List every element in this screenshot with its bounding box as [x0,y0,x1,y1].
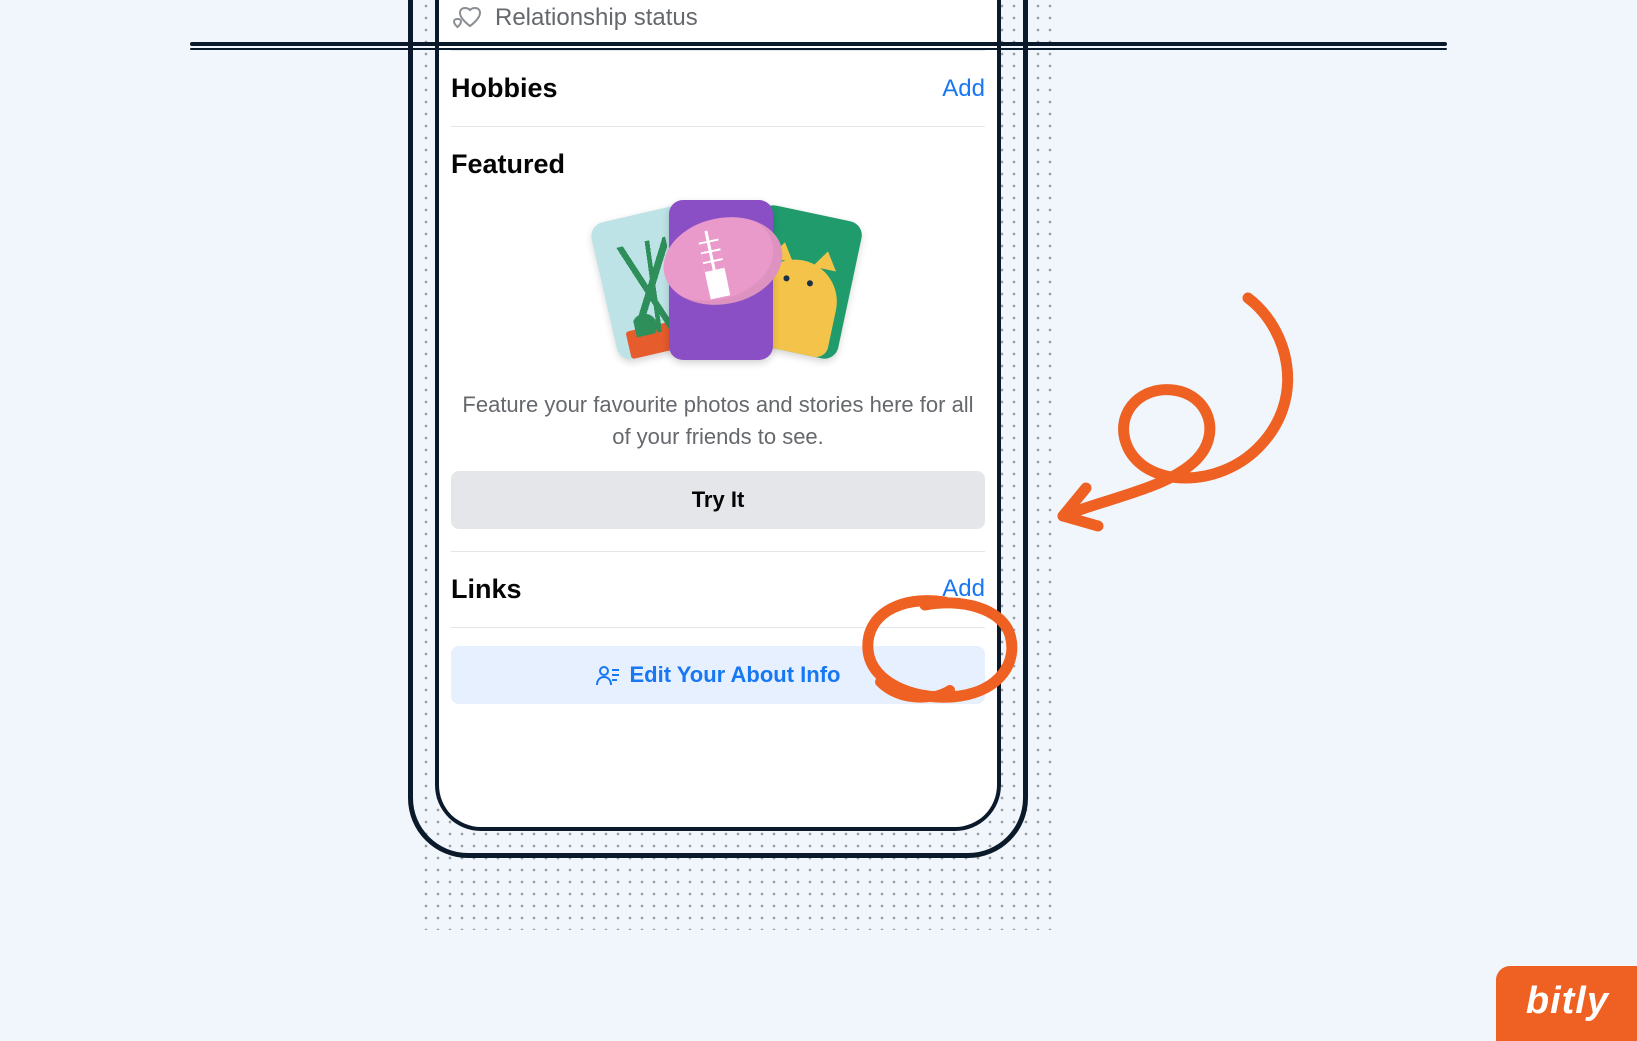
divider [451,126,985,127]
divider [451,551,985,552]
screen: Home town Relationship status Hobbies Ad… [447,0,989,819]
bitly-badge: bitly [1496,966,1637,1041]
try-it-button[interactable]: Try It [451,471,985,529]
phone-frame-inner: Home town Relationship status Hobbies Ad… [435,0,1001,831]
featured-description: Feature your favourite photos and storie… [451,381,985,471]
section-title: Links [451,574,522,605]
edit-about-button[interactable]: Edit Your About Info [451,646,985,704]
section-title: Hobbies [451,73,558,104]
featured-illustration [451,200,985,375]
sketch-top-line [190,42,1447,52]
profile-field-label: Relationship status [495,4,698,32]
edit-about-label: Edit Your About Info [630,662,841,688]
add-hobbies-link[interactable]: Add [942,75,985,103]
add-links-link[interactable]: Add [942,575,985,603]
person-card-icon [596,664,620,686]
profile-field-relationship[interactable]: Relationship status [451,0,985,42]
section-hobbies: Hobbies Add [451,59,985,118]
annotation-arrow [1038,288,1338,548]
heart-icon [451,4,495,32]
section-links: Links Add [451,560,985,619]
section-title: Featured [451,149,565,180]
section-featured: Featured [451,135,985,194]
phone-frame-outer: Home town Relationship status Hobbies Ad… [408,0,1028,858]
featured-card-football [669,200,773,360]
divider [451,627,985,628]
